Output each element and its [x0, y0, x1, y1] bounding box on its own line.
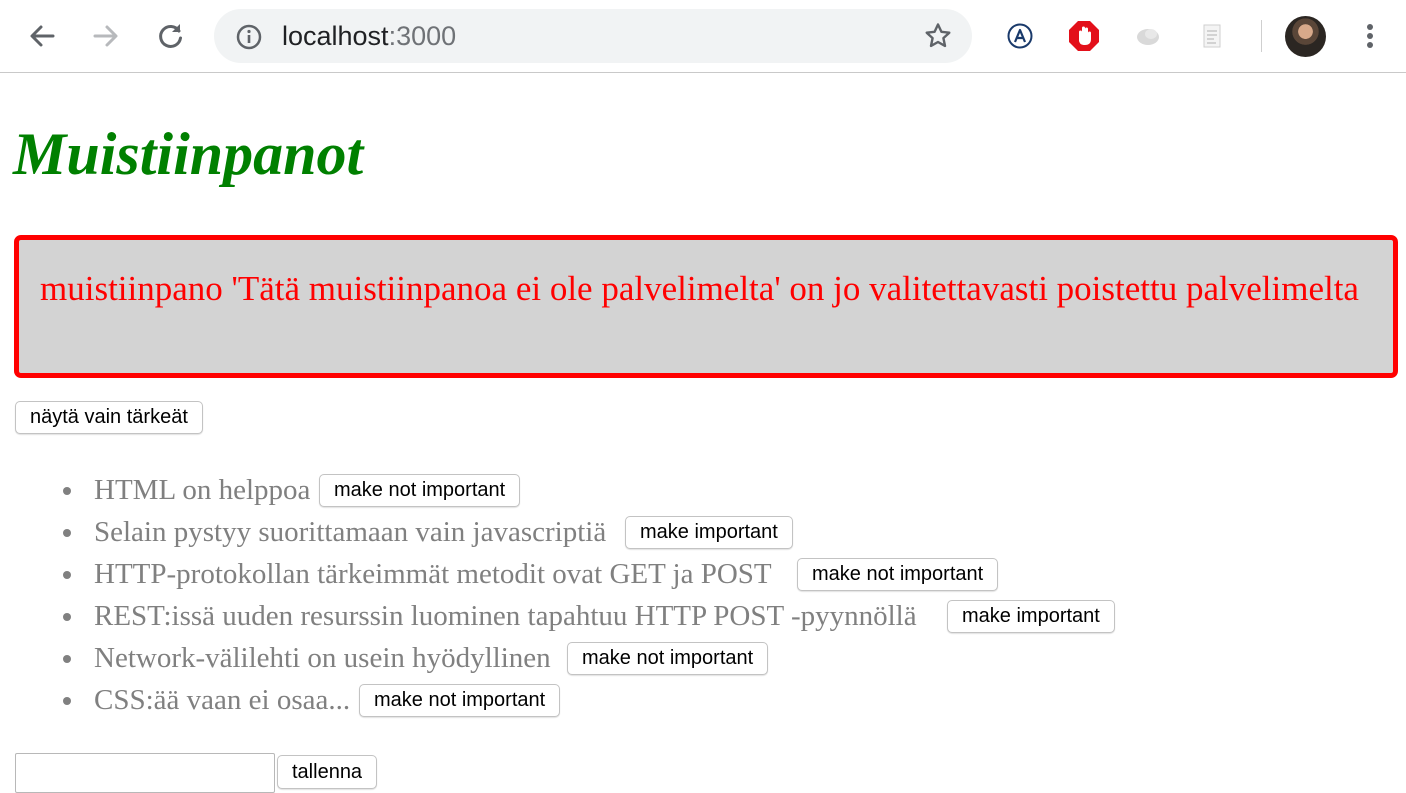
note-content: HTML on helppoa: [94, 474, 311, 506]
bullet: [63, 613, 71, 621]
toggle-importance-button[interactable]: make not important: [359, 684, 561, 717]
back-arrow-icon[interactable]: [24, 18, 60, 54]
toggle-importance-button[interactable]: make important: [947, 600, 1115, 633]
bullet: [63, 697, 71, 705]
address-bar[interactable]: localhost:3000: [214, 9, 972, 63]
show-important-toggle-button[interactable]: näytä vain tärkeät: [15, 401, 203, 434]
bullet: [63, 571, 71, 579]
cloud-extension-icon[interactable]: [1130, 18, 1166, 54]
forward-arrow-icon[interactable]: [88, 18, 124, 54]
note-content: Selain pystyy suorittamaan vain javascri…: [94, 516, 607, 548]
note-content: Network-välilehti on usein hyödyllinen: [94, 642, 551, 674]
info-icon[interactable]: [236, 24, 262, 55]
browser-toolbar: localhost:3000: [0, 0, 1406, 73]
toggle-importance-button[interactable]: make not important: [319, 474, 521, 507]
note-content: REST:issä uuden resurssin luominen tapah…: [94, 600, 917, 632]
note-content: CSS:ää vaan ei osaa...: [94, 684, 351, 716]
toggle-importance-button[interactable]: make not important: [797, 558, 999, 591]
toolbar-separator: [1261, 20, 1262, 52]
url-text: localhost:3000: [282, 21, 456, 51]
avatar[interactable]: [1285, 16, 1326, 57]
bookmark-star-icon[interactable]: [924, 22, 952, 55]
bullet: [63, 529, 71, 537]
bullet: [63, 487, 71, 495]
page-title: Muistiinpanot: [13, 121, 364, 187]
bullet: [63, 655, 71, 663]
toggle-importance-button[interactable]: make not important: [567, 642, 769, 675]
error-notification: muistiinpano 'Tätä muistiinpanoa ei ole …: [14, 235, 1398, 378]
reload-icon[interactable]: [152, 18, 188, 54]
kebab-menu-icon[interactable]: [1354, 20, 1386, 52]
adblock-stop-icon[interactable]: [1066, 18, 1102, 54]
note-content: HTTP-protokollan tärkeimmät metodit ovat…: [94, 558, 772, 590]
page-extension-icon[interactable]: [1194, 18, 1230, 54]
toggle-importance-button[interactable]: make important: [625, 516, 793, 549]
error-message: muistiinpano 'Tätä muistiinpanoa ei ole …: [40, 269, 1359, 308]
text-extension-icon[interactable]: [1002, 18, 1038, 54]
url-host: localhost: [282, 21, 389, 51]
new-note-input[interactable]: [15, 753, 275, 793]
url-port: :3000: [388, 21, 457, 51]
